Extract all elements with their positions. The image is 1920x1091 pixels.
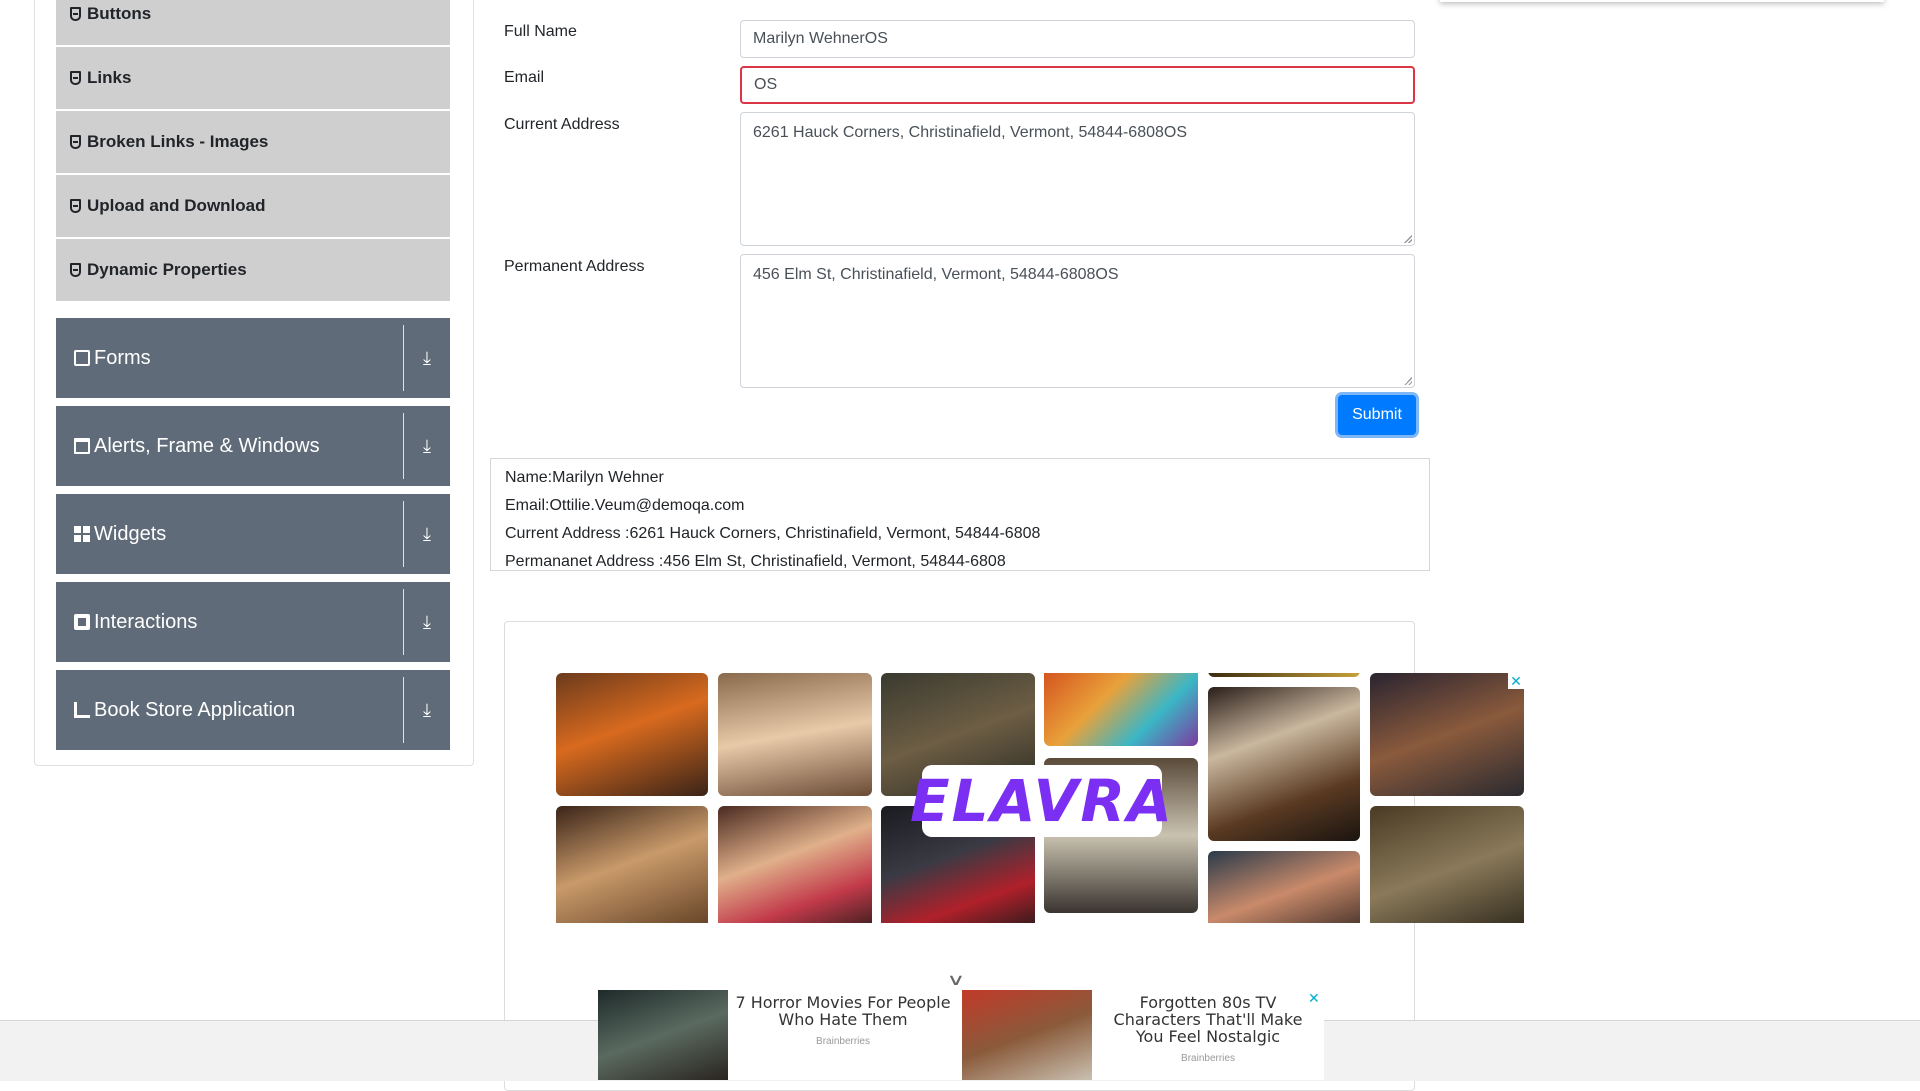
sidebar-item-broken-links[interactable]: Broken Links - Images	[56, 111, 450, 173]
sidebar-group-alerts[interactable]: Alerts, Frame & Windows ⤓	[56, 406, 450, 486]
ad-headline[interactable]: 7 Horror Movies For People Who Hate Them	[728, 994, 958, 1028]
right-panel-shadow	[1440, 0, 1884, 2]
ad-logo[interactable]: ELAVRA	[910, 765, 1172, 837]
output-email: Email:Ottilie.Veum@demoqa.com	[505, 497, 745, 514]
divider	[403, 589, 404, 655]
chevron-down-icon[interactable]: ∨	[946, 970, 965, 990]
download-arrow-icon[interactable]: ⤓	[404, 524, 450, 545]
current-address-textarea[interactable]: 6261 Hauck Corners, Christinafield, Verm…	[740, 112, 1415, 246]
sidebar-item-label: Buttons	[87, 4, 152, 23]
ad-image[interactable]	[1044, 673, 1198, 746]
submit-button[interactable]: Submit	[1338, 395, 1416, 435]
sidebar-group-label: Book Store Application	[94, 698, 296, 721]
list-icon	[70, 7, 81, 21]
output-name: Name:Marilyn Wehner	[505, 469, 664, 486]
resize-handle-icon[interactable]	[1404, 235, 1412, 243]
sidebar-item-label: Dynamic Properties	[87, 260, 247, 279]
sidebar-group-label: Forms	[94, 346, 151, 369]
ad-source: Brainberries	[816, 1036, 870, 1047]
sidebar-item-label: Upload and Download	[87, 196, 266, 215]
sidebar-group-label: Widgets	[94, 522, 167, 545]
download-arrow-icon[interactable]: ⤓	[404, 436, 450, 457]
ad-thumbnail[interactable]	[962, 990, 1092, 1080]
sidebar-item-label: Broken Links - Images	[87, 132, 269, 151]
bottom-ad-banner[interactable]: 7 Horror Movies For People Who Hate Them…	[598, 990, 1324, 1080]
divider	[403, 413, 404, 479]
ad-image[interactable]	[1208, 851, 1360, 923]
ad-image[interactable]	[718, 806, 872, 923]
sidebar-item-buttons[interactable]: Buttons	[56, 0, 450, 45]
sidebar-item-upload-download[interactable]: Upload and Download	[56, 175, 450, 237]
divider	[403, 325, 404, 391]
download-arrow-icon[interactable]: ⤓	[404, 348, 450, 369]
ad-close-icon[interactable]: ✕	[1308, 990, 1320, 1007]
ad-image[interactable]	[556, 673, 708, 796]
ad-image[interactable]	[556, 806, 708, 923]
output-current-address: Current Address :6261 Hauck Corners, Chr…	[505, 525, 1041, 542]
divider	[403, 677, 404, 743]
sidebar-group-label: Alerts, Frame & Windows	[94, 434, 320, 457]
list-icon	[70, 199, 81, 213]
list-icon	[70, 135, 81, 149]
book-icon	[74, 702, 90, 718]
ad-close-icon[interactable]: ✕	[1508, 673, 1524, 689]
permanent-address-label: Permanent Address	[504, 258, 645, 275]
ad-image[interactable]	[1370, 806, 1524, 923]
forms-icon	[74, 350, 90, 366]
email-input[interactable]: OS	[740, 66, 1415, 104]
full-name-input[interactable]: Marilyn WehnerOS	[740, 20, 1415, 58]
current-address-label: Current Address	[504, 116, 620, 133]
list-icon	[70, 71, 81, 85]
download-arrow-icon[interactable]: ⤓	[404, 700, 450, 721]
current-address-value: 6261 Hauck Corners, Christinafield, Verm…	[753, 124, 1188, 141]
widgets-icon	[74, 526, 90, 542]
output-panel: Name:Marilyn Wehner Email:Ottilie.Veum@d…	[490, 458, 1430, 571]
ad-image[interactable]	[1370, 673, 1524, 796]
sidebar-group-forms[interactable]: Forms ⤓	[56, 318, 450, 398]
window-icon	[74, 438, 90, 454]
ad-image[interactable]	[1208, 673, 1360, 677]
ad-source: Brainberries	[1181, 1053, 1235, 1064]
output-permanent-address: Permananet Address :456 Elm St, Christin…	[505, 553, 1006, 570]
sidebar-item-label: Links	[87, 68, 132, 87]
sidebar-group-label: Interactions	[94, 610, 198, 633]
permanent-address-value: 456 Elm St, Christinafield, Vermont, 548…	[753, 266, 1119, 283]
ad-thumbnail[interactable]	[598, 990, 728, 1080]
download-arrow-icon[interactable]: ⤓	[404, 612, 450, 633]
sidebar-group-book-store[interactable]: Book Store Application ⤓	[56, 670, 450, 750]
list-icon	[70, 263, 81, 277]
sidebar-item-links[interactable]: Links	[56, 47, 450, 109]
email-label: Email	[504, 69, 545, 86]
sidebar-group-widgets[interactable]: Widgets ⤓	[56, 494, 450, 574]
ad-image[interactable]	[1208, 687, 1360, 841]
divider	[403, 501, 404, 567]
resize-handle-icon[interactable]	[1404, 377, 1412, 385]
interactions-icon	[74, 614, 90, 630]
ad-headline[interactable]: Forgotten 80s TV Characters That'll Make…	[1098, 994, 1318, 1045]
sidebar-group-interactions[interactable]: Interactions ⤓	[56, 582, 450, 662]
permanent-address-textarea[interactable]: 456 Elm St, Christinafield, Vermont, 548…	[740, 254, 1415, 388]
ad-image[interactable]	[718, 673, 872, 796]
full-name-label: Full Name	[504, 23, 577, 40]
sidebar-item-dynamic-properties[interactable]: Dynamic Properties	[56, 239, 450, 301]
